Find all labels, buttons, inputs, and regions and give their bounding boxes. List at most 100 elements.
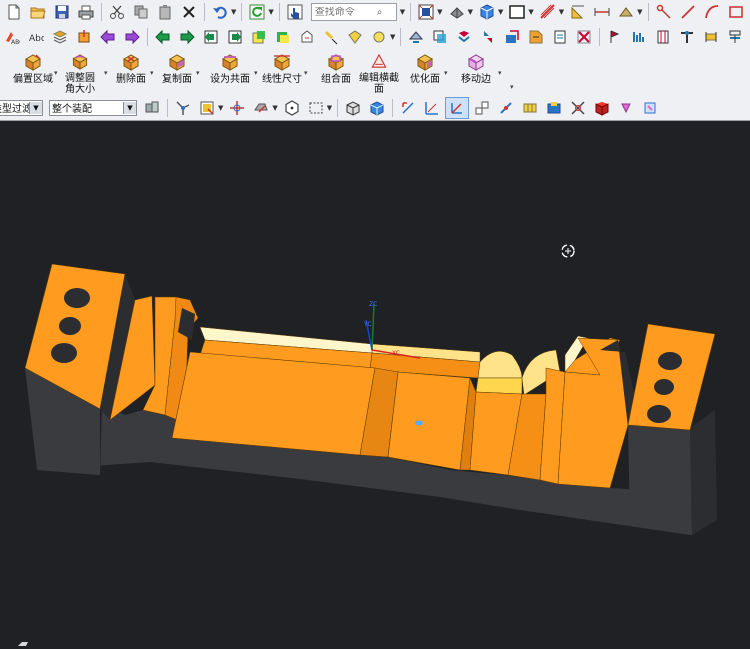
cut-face-icon[interactable] — [525, 27, 547, 47]
shaded-solid-icon[interactable] — [366, 98, 388, 118]
chevron-down-icon[interactable]: ▼ — [272, 104, 277, 112]
optimize-face-button[interactable]: 优化面 — [408, 49, 442, 95]
selection-scope-select[interactable]: 整个装配 ▼ — [49, 99, 137, 116]
copy-face-button[interactable]: 复制面 — [160, 49, 194, 95]
chevron-down-icon[interactable]: ▼ — [29, 101, 42, 114]
section-view-icon[interactable] — [537, 2, 559, 22]
snap-intersection-icon[interactable] — [471, 98, 493, 118]
assembly-filter-icon[interactable] — [141, 98, 163, 118]
dimension-icon[interactable] — [591, 2, 613, 22]
delete-face-button[interactable]: 删除面 — [114, 49, 148, 95]
snap-end-icon[interactable] — [397, 98, 419, 118]
arrow-right-green-icon[interactable] — [176, 27, 198, 47]
chevron-down-icon[interactable]: ▼ — [528, 8, 533, 16]
group-face-button[interactable]: 组合面 — [318, 49, 354, 95]
chevron-down-icon[interactable]: ▼ — [327, 104, 332, 112]
cut-icon[interactable] — [106, 2, 128, 22]
arrow-left-icon[interactable] — [97, 27, 119, 47]
datum-plane-icon[interactable] — [49, 27, 71, 47]
arrow-left-green-icon[interactable] — [152, 27, 174, 47]
select-filter-icon[interactable] — [196, 98, 218, 118]
rectangle-icon[interactable] — [725, 2, 747, 22]
chevron-down-icon[interactable]: ▼ — [231, 8, 236, 16]
chevron-down-icon[interactable]: ▼ — [390, 33, 395, 41]
type-filter-select[interactable]: 类型过滤器 ▼ — [0, 99, 43, 116]
offset-face-icon[interactable] — [248, 27, 270, 47]
copy-icon[interactable] — [130, 2, 152, 22]
move-face-icon[interactable] — [200, 27, 222, 47]
chevron-down-icon[interactable]: ▾ — [54, 69, 58, 77]
fill-icon[interactable] — [320, 27, 342, 47]
delete-face-icon[interactable] — [573, 27, 595, 47]
edit-cross-section-button[interactable]: 编辑横截面 — [358, 49, 400, 95]
repeat-command-icon[interactable] — [246, 2, 268, 22]
snap-mid-icon[interactable] — [421, 98, 443, 118]
hexagon-select-icon[interactable] — [281, 98, 303, 118]
chevron-down-icon[interactable]: ▼ — [559, 8, 564, 16]
snap-on-surface-icon[interactable] — [591, 98, 613, 118]
print-icon[interactable] — [75, 2, 97, 22]
toolbar-options-icon[interactable]: ▾ — [510, 83, 514, 91]
move-edge-button[interactable]: 移动边 — [458, 49, 494, 95]
point-icon[interactable] — [653, 2, 675, 22]
search-icon[interactable]: ⌕ — [377, 7, 383, 18]
delete-icon[interactable] — [178, 2, 200, 22]
snap-bounded-icon[interactable] — [615, 98, 637, 118]
chevron-down-icon[interactable]: ▼ — [637, 8, 642, 16]
analysis-icon[interactable] — [615, 2, 637, 22]
sync-model-icon[interactable] — [405, 27, 427, 47]
render-style-icon[interactable] — [446, 2, 468, 22]
make-coplanar-button[interactable]: 设为共面 — [208, 49, 252, 95]
arrow-right-icon[interactable] — [121, 27, 143, 47]
text-icon[interactable]: Abc — [25, 27, 47, 47]
offset-region-button[interactable]: 偏置区域 — [13, 49, 53, 95]
pattern-face-icon[interactable] — [453, 27, 475, 47]
chevron-down-icon[interactable]: ▼ — [468, 8, 473, 16]
make-symmetric-icon[interactable] — [700, 27, 722, 47]
snap-control-icon[interactable] — [445, 96, 470, 119]
linear-dimension-button[interactable]: 线性尺寸 — [262, 49, 302, 95]
new-file-icon[interactable] — [3, 2, 25, 22]
chevron-down-icon[interactable]: ▾ — [150, 69, 154, 77]
copy-face-icon[interactable] — [501, 27, 523, 47]
undo-icon[interactable] — [209, 2, 231, 22]
chevron-down-icon[interactable]: ▾ — [444, 69, 448, 77]
replace-face-icon[interactable] — [272, 27, 294, 47]
chevron-down-icon[interactable]: ▼ — [498, 8, 503, 16]
chevron-down-icon[interactable]: ▼ — [268, 8, 273, 16]
open-folder-icon[interactable] — [27, 2, 49, 22]
save-icon[interactable] — [51, 2, 73, 22]
resize-blend-icon[interactable] — [296, 27, 318, 47]
chevron-down-icon[interactable]: ▾ — [254, 69, 258, 77]
chevron-down-icon[interactable]: ▾ — [104, 69, 108, 77]
constrain-icon[interactable] — [604, 27, 626, 47]
snap-on-curve-icon[interactable] — [567, 98, 589, 118]
chevron-down-icon[interactable]: ▾ — [304, 69, 308, 77]
paste-icon[interactable] — [154, 2, 176, 22]
chevron-down-icon[interactable]: ▾ — [196, 69, 200, 77]
resize-blend-button[interactable]: 调整圆角大小 — [60, 49, 100, 95]
pull-face-icon[interactable] — [224, 27, 246, 47]
touch-mode-icon[interactable] — [284, 2, 306, 22]
snap-center-icon[interactable] — [495, 98, 517, 118]
chevron-down-icon[interactable]: ▼ — [123, 101, 136, 114]
snap-point-on-face-icon[interactable] — [639, 98, 661, 118]
extrude-icon[interactable] — [73, 27, 95, 47]
search-input[interactable] — [314, 6, 377, 18]
label-icon[interactable] — [344, 27, 366, 47]
make-tangent-icon[interactable] — [676, 27, 698, 47]
snap-existing-point-icon[interactable] — [543, 98, 565, 118]
line-icon[interactable] — [677, 2, 699, 22]
background-icon[interactable] — [506, 2, 528, 22]
chevron-down-icon[interactable]: ▼ — [218, 104, 223, 112]
command-search[interactable]: ⌕ — [310, 3, 397, 21]
group-face-icon[interactable] — [429, 27, 451, 47]
chevron-down-icon[interactable]: ▾ — [498, 69, 502, 77]
make-coaxial-icon[interactable] — [652, 27, 674, 47]
sketch-icon[interactable]: ABC — [1, 27, 23, 47]
graphics-viewport[interactable]: ZC YC XC — [0, 121, 750, 649]
fit-view-icon[interactable] — [415, 2, 437, 22]
arc-icon[interactable] — [701, 2, 723, 22]
shaded-view-icon[interactable] — [476, 2, 498, 22]
rectangle-select-icon[interactable] — [305, 98, 327, 118]
